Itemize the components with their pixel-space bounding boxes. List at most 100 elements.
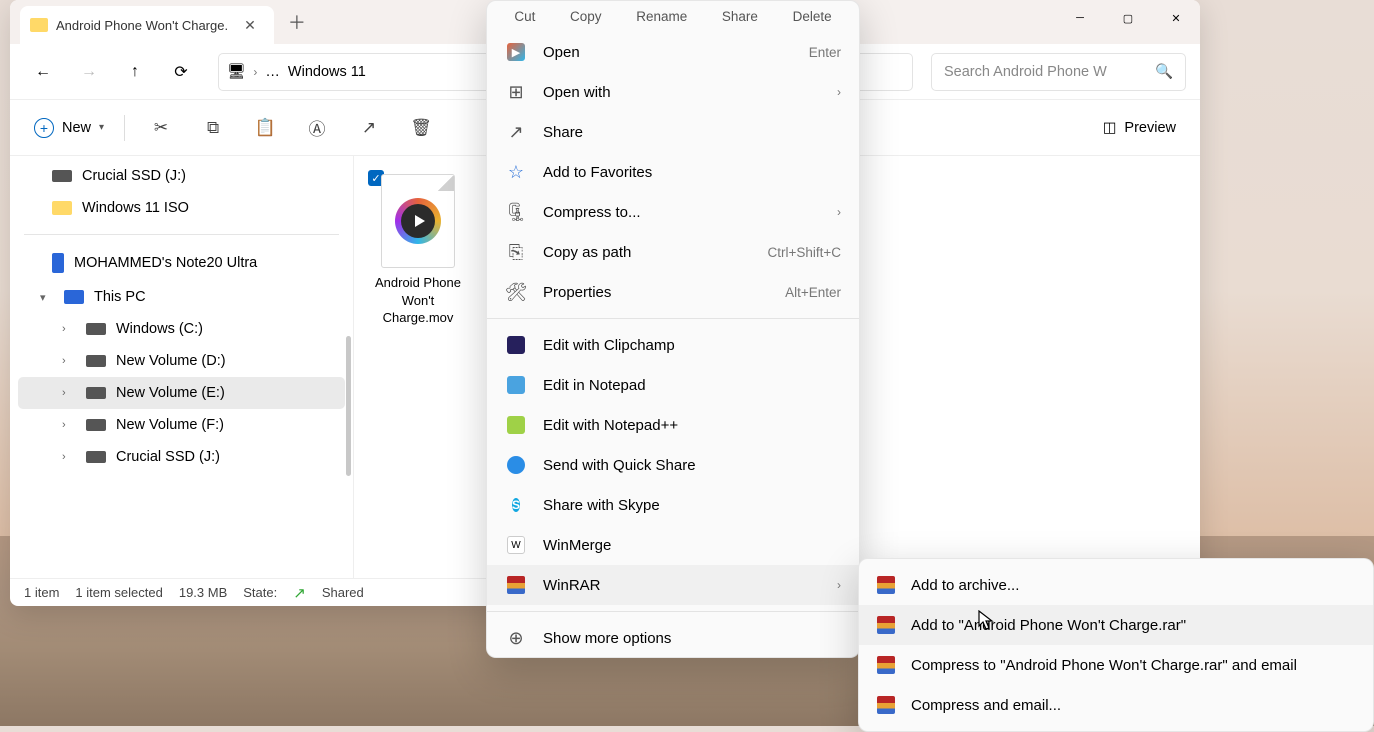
more-breadcrumb-icon[interactable]: … [265, 64, 280, 80]
ctx-notepad[interactable]: Edit in Notepad [487, 365, 859, 405]
minimize-button[interactable]: ─ [1056, 0, 1104, 36]
ctx-share[interactable]: Share [722, 9, 758, 24]
cut-icon[interactable]: ✂ [141, 108, 181, 148]
sidebar-item-phone[interactable]: MOHAMMED's Note20 Ultra [18, 245, 345, 281]
ctx-skype[interactable]: S Share with Skype [487, 485, 859, 525]
ctx-quickshare[interactable]: Send with Quick Share [487, 445, 859, 485]
sidebar-item-drive-e[interactable]: › New Volume (E:) [18, 377, 345, 409]
ctx-shortcut: Alt+Enter [785, 285, 841, 300]
sidebar-item-crucial-ssd[interactable]: Crucial SSD (J:) [18, 160, 345, 192]
chevron-right-icon[interactable]: › [62, 355, 76, 367]
ctx-open-with[interactable]: ⊞ Open with › [487, 72, 859, 112]
divider [24, 234, 339, 235]
chevron-down-icon[interactable]: ▾ [40, 291, 54, 304]
ctx-shortcut: Ctrl+Shift+C [767, 245, 841, 260]
search-icon: 🔍 [1155, 63, 1173, 80]
delete-icon[interactable]: 🗑 [401, 108, 441, 148]
ctx-cut[interactable]: Cut [514, 9, 535, 24]
refresh-button[interactable]: ⟳ [162, 53, 200, 91]
maximize-button[interactable]: ▢ [1104, 0, 1152, 36]
ctx-compress[interactable]: 🗜 Compress to... › [487, 192, 859, 232]
drive-icon [86, 323, 106, 335]
ctx-label: Properties [543, 284, 769, 301]
new-button[interactable]: + New ▾ [24, 112, 114, 144]
divider [124, 115, 125, 141]
shared-icon: ↗ [293, 584, 306, 602]
share-icon: ↗ [505, 121, 527, 143]
ctx-properties[interactable]: 🛠 Properties Alt+Enter [487, 272, 859, 312]
chevron-right-icon[interactable]: › [253, 65, 257, 79]
ctx-label: Edit with Notepad++ [543, 417, 841, 434]
winrar-icon [877, 696, 895, 714]
sidebar-item-drive-d[interactable]: › New Volume (D:) [18, 345, 345, 377]
phone-icon [52, 253, 64, 273]
breadcrumb-segment[interactable]: Windows 11 [288, 64, 366, 80]
notepadpp-icon [507, 416, 525, 434]
forward-button[interactable]: → [70, 53, 108, 91]
ctx-shortcut: Enter [809, 45, 841, 60]
ctx-rename[interactable]: Rename [636, 9, 687, 24]
chevron-right-icon[interactable]: › [62, 387, 76, 399]
ctx-notepadpp[interactable]: Edit with Notepad++ [487, 405, 859, 445]
ctx-label: Compress and email... [911, 697, 1357, 714]
sidebar-item-drive-f[interactable]: › New Volume (F:) [18, 409, 345, 441]
ctx-delete[interactable]: Delete [793, 9, 832, 24]
window-tab[interactable]: Android Phone Won't Charge. ✕ [20, 6, 274, 44]
sidebar-item-label: This PC [94, 289, 146, 305]
close-button[interactable]: ✕ [1152, 0, 1200, 36]
sidebar-item-label: MOHAMMED's Note20 Ultra [74, 255, 257, 271]
ctx-winmerge[interactable]: W WinMerge [487, 525, 859, 565]
file-item[interactable]: ✓ Android Phone Won't Charge.mov [366, 168, 470, 327]
ctx-copy[interactable]: Copy [570, 9, 602, 24]
back-button[interactable]: ← [24, 53, 62, 91]
ctx-label: Open with [543, 84, 821, 101]
media-icon [395, 198, 441, 244]
ctx-favorites[interactable]: ☆ Add to Favorites [487, 152, 859, 192]
search-input[interactable]: Search Android Phone W 🔍 [931, 53, 1186, 91]
chevron-right-icon[interactable]: › [62, 419, 76, 431]
notepad-icon [507, 376, 525, 394]
ctx-open[interactable]: ▶ Open Enter [487, 32, 859, 72]
sidebar-item-drive-c[interactable]: › Windows (C:) [18, 313, 345, 345]
submenu-add-named[interactable]: Add to "Android Phone Won't Charge.rar" [859, 605, 1373, 645]
new-label: New [62, 120, 91, 136]
share-icon[interactable]: ↗ [349, 108, 389, 148]
status-selected: 1 item selected [75, 585, 162, 600]
file-thumbnail [381, 174, 455, 268]
ctx-more-options[interactable]: ⊕ Show more options [487, 618, 859, 658]
paste-icon[interactable]: 📋 [245, 108, 285, 148]
sidebar-item-this-pc[interactable]: ▾ This PC [18, 281, 345, 313]
star-icon: ☆ [505, 161, 527, 183]
rename-icon[interactable]: Ⓐ [297, 108, 337, 148]
ctx-share-item[interactable]: ↗ Share [487, 112, 859, 152]
scrollbar[interactable] [346, 336, 351, 476]
chevron-right-icon[interactable]: › [62, 451, 76, 463]
plus-icon: + [34, 118, 54, 138]
ctx-copy-path[interactable]: ⎘ Copy as path Ctrl+Shift+C [487, 232, 859, 272]
ctx-label: Add to archive... [911, 577, 1357, 594]
sidebar-item-drive-j[interactable]: › Crucial SSD (J:) [18, 441, 345, 473]
ctx-label: Add to Favorites [543, 164, 841, 181]
submenu-add-archive[interactable]: Add to archive... [859, 565, 1373, 605]
new-tab-button[interactable]: ＋ [274, 1, 320, 43]
chevron-right-icon[interactable]: › [62, 323, 76, 335]
sidebar-item-label: Crucial SSD (J:) [116, 449, 220, 465]
clipchamp-icon [507, 336, 525, 354]
sidebar-item-iso-folder[interactable]: Windows 11 ISO [18, 192, 345, 224]
search-placeholder: Search Android Phone W [944, 64, 1145, 80]
ctx-label: Edit with Clipchamp [543, 337, 841, 354]
folder-icon [52, 201, 72, 215]
copy-icon[interactable]: ⧉ [193, 108, 233, 148]
status-size: 19.3 MB [179, 585, 227, 600]
submenu-compress-email-generic[interactable]: Compress and email... [859, 685, 1373, 725]
preview-button[interactable]: ◫ Preview [1093, 114, 1186, 142]
context-top-actions: Cut Copy Rename Share Delete [487, 7, 859, 32]
submenu-compress-email[interactable]: Compress to "Android Phone Won't Charge.… [859, 645, 1373, 685]
ctx-winrar[interactable]: WinRAR › [487, 565, 859, 605]
file-name: Android Phone Won't Charge.mov [366, 274, 470, 327]
close-tab-icon[interactable]: ✕ [236, 17, 264, 34]
folder-icon [30, 18, 48, 32]
ctx-clipchamp[interactable]: Edit with Clipchamp [487, 325, 859, 365]
divider [487, 318, 859, 319]
up-button[interactable]: ↑ [116, 53, 154, 91]
